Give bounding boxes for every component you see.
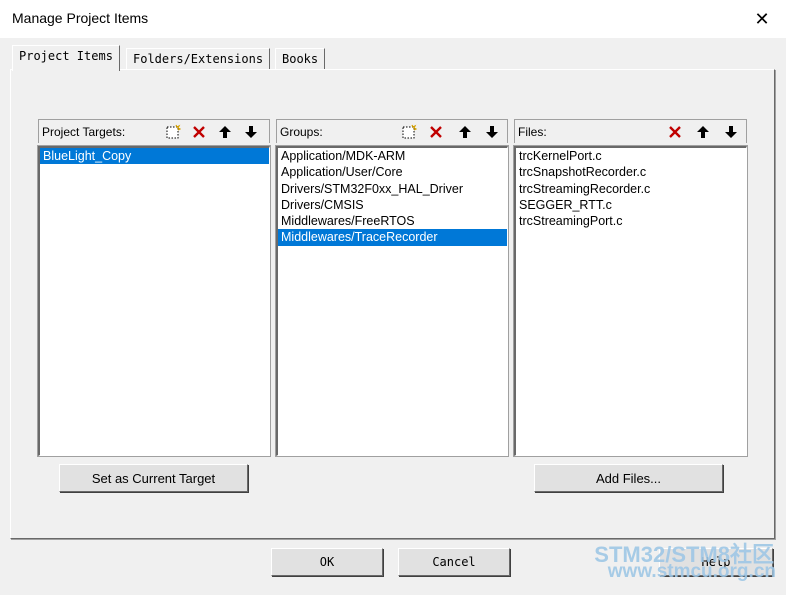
move-down-target-icon[interactable]: [239, 121, 263, 142]
move-down-file-icon[interactable]: [719, 121, 743, 142]
delete-group-icon[interactable]: [424, 121, 448, 142]
file-item[interactable]: trcStreamingPort.c: [516, 213, 746, 229]
watermark-line2: www.stmcu.org.cn: [607, 561, 776, 582]
groups-header-label: Groups:: [280, 125, 323, 139]
files-header-label: Files:: [518, 125, 547, 139]
move-up-group-icon[interactable]: [453, 121, 477, 142]
move-up-target-icon[interactable]: [213, 121, 237, 142]
files-header: Files:: [514, 119, 747, 143]
file-item[interactable]: trcKernelPort.c: [516, 148, 746, 164]
file-item[interactable]: trcStreamingRecorder.c: [516, 181, 746, 197]
set-current-target-button[interactable]: Set as Current Target: [59, 464, 248, 492]
move-up-file-icon[interactable]: [691, 121, 715, 142]
window-title: Manage Project Items: [12, 10, 149, 26]
move-down-group-icon[interactable]: [480, 121, 504, 142]
close-icon[interactable]: ✕: [746, 4, 778, 34]
file-item[interactable]: SEGGER_RTT.c: [516, 197, 746, 213]
groups-header: Groups:: [276, 119, 508, 143]
file-item[interactable]: trcSnapshotRecorder.c: [516, 164, 746, 180]
targets-list[interactable]: BlueLight_Copy: [37, 145, 271, 457]
title-bar: Manage Project Items ✕: [0, 0, 786, 38]
group-item[interactable]: Drivers/STM32F0xx_HAL_Driver: [278, 181, 507, 197]
tab-folders-extensions[interactable]: Folders/Extensions: [126, 48, 271, 71]
group-item[interactable]: Drivers/CMSIS: [278, 197, 507, 213]
target-item[interactable]: BlueLight_Copy: [40, 148, 269, 165]
delete-target-icon[interactable]: [187, 121, 211, 142]
targets-header-label: Project Targets:: [42, 125, 126, 139]
new-target-icon[interactable]: [161, 121, 185, 142]
group-item[interactable]: Middlewares/FreeRTOS: [278, 213, 507, 229]
tab-project-items[interactable]: Project Items: [12, 45, 120, 71]
groups-list[interactable]: Application/MDK-ARM Application/User/Cor…: [275, 145, 509, 457]
group-item[interactable]: Application/MDK-ARM: [278, 148, 507, 164]
files-list[interactable]: trcKernelPort.c trcSnapshotRecorder.c tr…: [513, 145, 748, 457]
add-files-button[interactable]: Add Files...: [534, 464, 723, 492]
tab-books[interactable]: Books: [275, 48, 326, 71]
targets-header: Project Targets:: [38, 119, 270, 143]
ok-button[interactable]: OK: [271, 548, 383, 576]
cancel-button[interactable]: Cancel: [398, 548, 510, 576]
new-group-icon[interactable]: [397, 121, 421, 142]
group-item[interactable]: Middlewares/TraceRecorder: [278, 229, 507, 246]
group-item[interactable]: Application/User/Core: [278, 164, 507, 180]
delete-file-icon[interactable]: [663, 121, 687, 142]
